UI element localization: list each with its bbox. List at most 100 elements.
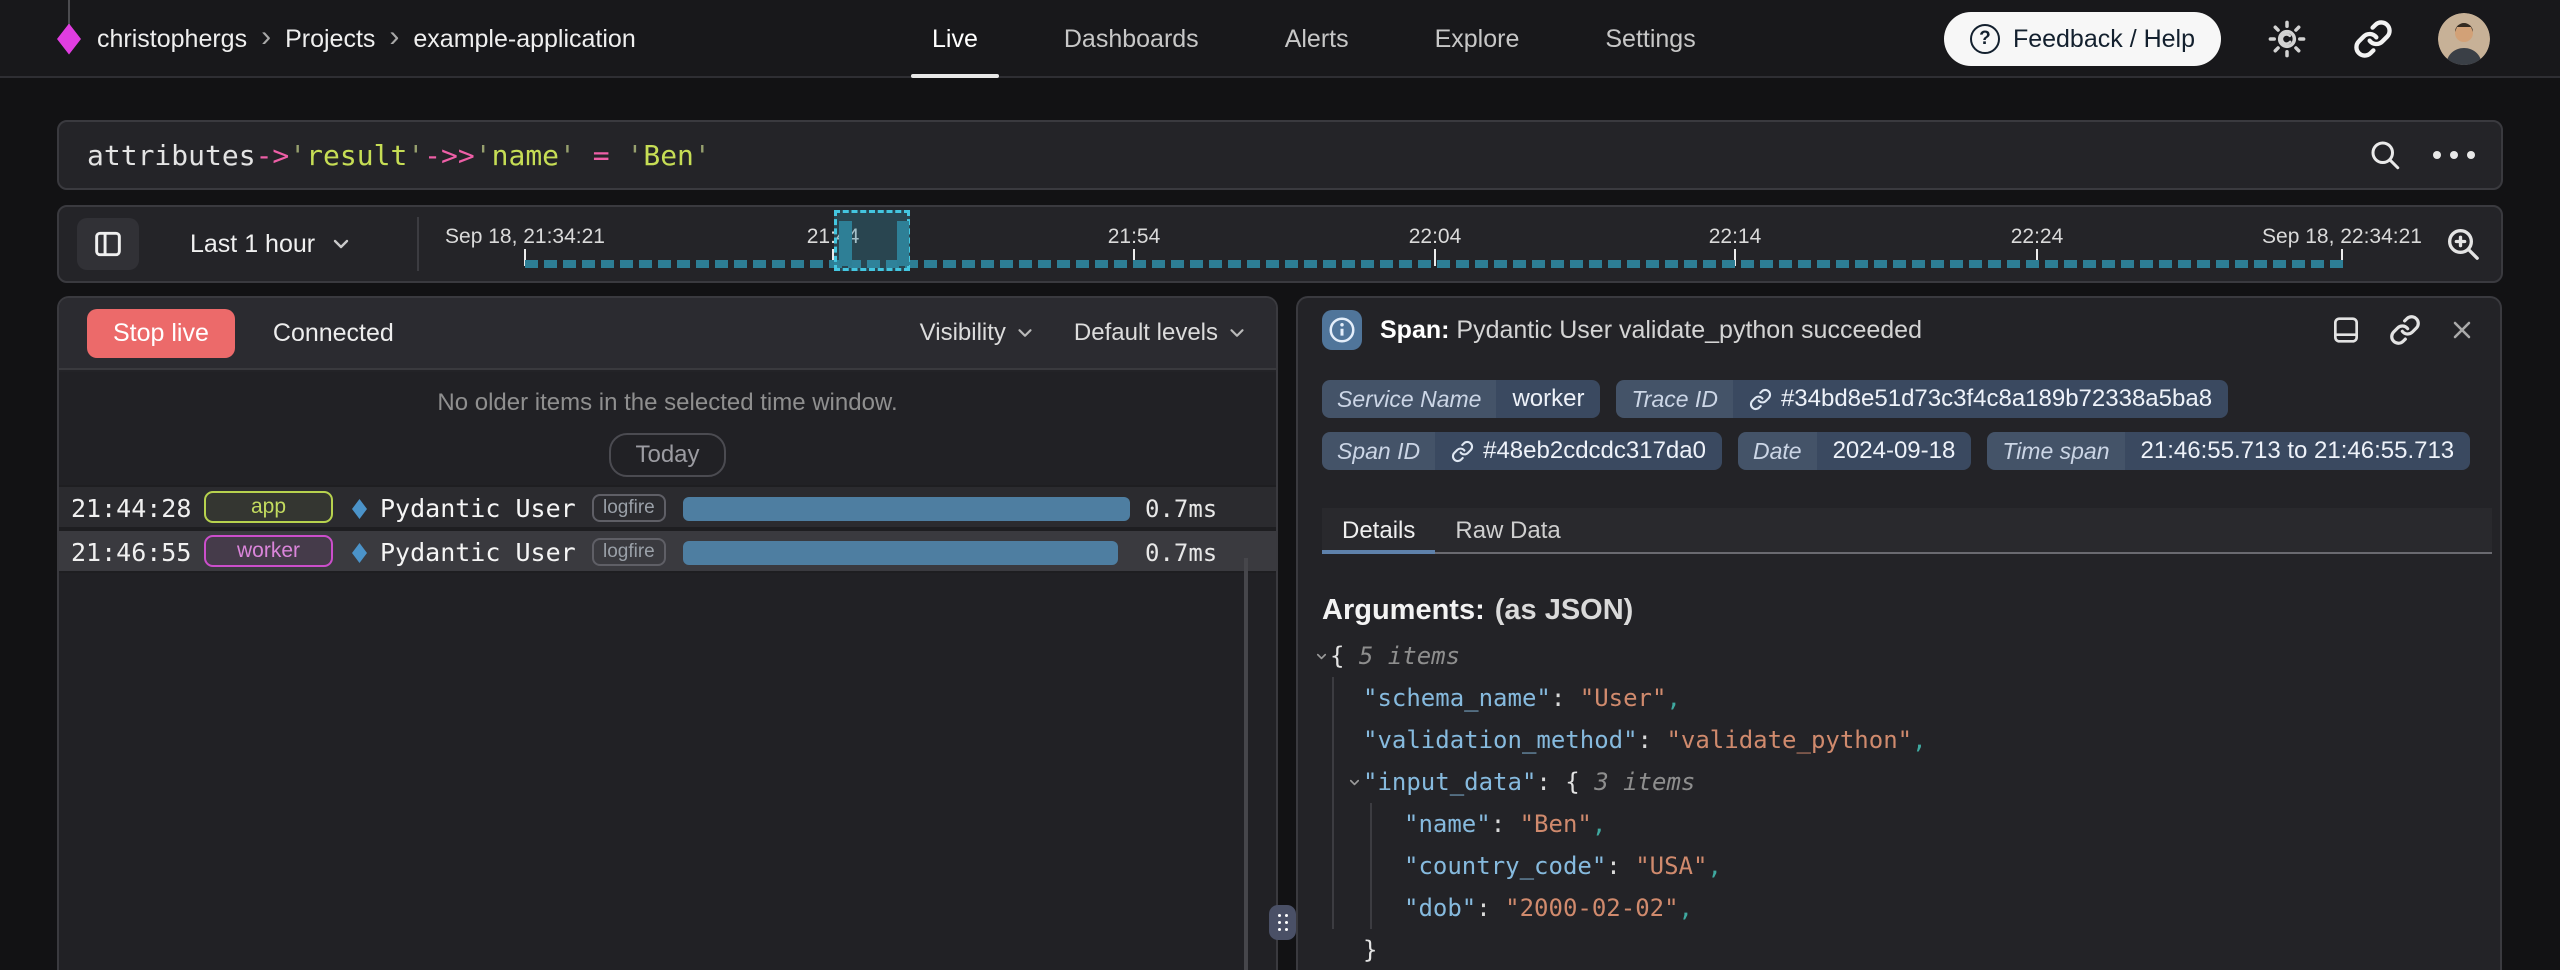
badge-span-id: Span ID#48eb2cdcdc317da0 — [1322, 432, 1722, 470]
default-levels-dropdown[interactable]: Default levels — [1074, 319, 1248, 347]
badge-time-span: Time span21:46:55.713 to 21:46:55.713 — [1987, 432, 2470, 470]
default-levels-label: Default levels — [1074, 319, 1218, 347]
avatar[interactable] — [2438, 13, 2490, 65]
json-token: { — [1330, 642, 1359, 670]
feedback-help-label: Feedback / Help — [2013, 25, 2195, 54]
badge-date: Date2024-09-18 — [1738, 432, 1971, 470]
badge-value: 21:46:55.713 to 21:46:55.713 — [2125, 432, 2471, 470]
json-line: "schema_name": "User", — [1322, 677, 2476, 719]
grip-dots-icon — [1278, 914, 1281, 917]
collapse-arrow-icon[interactable] — [1314, 649, 1329, 664]
json-token: "validate_python" — [1666, 726, 1912, 754]
dock-bottom-icon[interactable] — [2330, 314, 2362, 346]
tab-details[interactable]: Details — [1322, 508, 1435, 554]
badge-value-text: worker — [1512, 385, 1584, 413]
json-token: { — [1565, 768, 1594, 796]
search-icon[interactable] — [2367, 137, 2403, 173]
badge-label: Date — [1738, 432, 1817, 470]
span-row[interactable]: 21:44:28appPydantic Userlogfire0.7ms — [59, 485, 1276, 529]
service-badge: app — [204, 491, 333, 523]
query-input[interactable]: attributes->'result'->>'name' = 'Ben' — [59, 139, 2367, 172]
breadcrumb-item-example-application[interactable]: example-application — [413, 25, 635, 54]
tab-settings[interactable]: Settings — [1584, 0, 1716, 78]
badge-value: worker — [1496, 380, 1600, 418]
scope-badge: logfire — [592, 538, 666, 566]
zoom-in-icon[interactable] — [2443, 224, 2483, 264]
chevron-down-icon — [1226, 322, 1248, 344]
link-icon[interactable] — [1451, 440, 1474, 463]
row-duration: 0.7ms — [1145, 539, 1209, 567]
json-token: 3 items — [1594, 768, 1695, 796]
breadcrumb: christophergs›Projects›example-applicati… — [97, 22, 636, 56]
timeline-histogram[interactable]: Sep 18, 21:34:2121:4421:5422:0422:1422:2… — [59, 207, 2501, 281]
panel-resize-handle[interactable] — [1269, 905, 1296, 940]
tab-raw-data[interactable]: Raw Data — [1435, 508, 1580, 554]
json-token: , — [1707, 852, 1721, 880]
badge-row: Service Name worker Trace ID#34bd8e51d73c3… — [1322, 380, 2476, 418]
badge-trace-id: Trace ID#34bd8e51d73c3f4c8a189b72338a5ba… — [1616, 380, 2228, 418]
tab-dashboards[interactable]: Dashboards — [1043, 0, 1220, 78]
close-icon[interactable] — [2448, 316, 2476, 344]
breadcrumb-item-christophergs[interactable]: christophergs — [97, 25, 247, 54]
span-meta-badges: Service Name worker Trace ID#34bd8e51d73c3… — [1322, 380, 2476, 470]
copy-link-icon[interactable] — [2389, 314, 2421, 346]
collapse-arrow-icon[interactable] — [1347, 775, 1362, 790]
json-line: "input_data": { 3 items — [1322, 761, 2476, 803]
json-line: "dob": "2000-02-02", — [1322, 887, 2476, 929]
badge-row: Span ID#48eb2cdcdc317da0 Date2024-09-18 Ti… — [1322, 432, 2476, 470]
today-button[interactable]: Today — [609, 433, 725, 477]
json-token: "validation_method" — [1363, 726, 1638, 754]
badge-value: #48eb2cdcdc317da0 — [1435, 432, 1722, 470]
feedback-help-button[interactable]: ? Feedback / Help — [1944, 12, 2221, 66]
breadcrumb-separator: › — [389, 22, 399, 56]
scope-badge: logfire — [592, 494, 666, 522]
top-nav: christophergs›Projects›example-applicati… — [0, 0, 2560, 78]
span-title-text: Pydantic User validate_python succeeded — [1456, 316, 1922, 344]
json-token: "country_code" — [1404, 852, 1606, 880]
query-token: -> — [256, 139, 290, 172]
badge-value: 2024-09-18 — [1817, 432, 1972, 470]
json-token: , — [1679, 894, 1693, 922]
json-token: "schema_name" — [1363, 684, 1551, 712]
row-timestamp: 21:46:55 — [71, 538, 191, 567]
visibility-dropdown[interactable]: Visibility — [920, 319, 1036, 347]
timeline-selection-window[interactable] — [834, 210, 910, 271]
query-actions — [2367, 137, 2501, 173]
json-token: "name" — [1404, 810, 1491, 838]
nav-right: ? Feedback / Help — [1944, 0, 2490, 78]
query-token: ' — [475, 139, 492, 172]
duration-bar — [683, 541, 1118, 565]
json-token: "2000-02-02" — [1505, 894, 1678, 922]
json-token: "input_data" — [1363, 768, 1536, 796]
tab-explore[interactable]: Explore — [1414, 0, 1541, 78]
json-token: "dob" — [1404, 894, 1476, 922]
stop-live-button[interactable]: Stop live — [87, 309, 235, 358]
logfire-logo-icon[interactable] — [57, 24, 81, 55]
timeline-tick-label: Sep 18, 22:34:21 — [2262, 225, 2422, 249]
span-detail-header: Span: Pydantic User validate_python succ… — [1298, 298, 2500, 350]
link-icon[interactable] — [1749, 388, 1772, 411]
timeline-activity-bar — [839, 221, 852, 266]
arguments-heading: Arguments:(as JSON) — [1322, 594, 2476, 627]
more-icon[interactable] — [2433, 151, 2475, 159]
tab-alerts[interactable]: Alerts — [1264, 0, 1370, 78]
share-link-icon[interactable] — [2353, 19, 2393, 59]
theme-toggle-icon[interactable] — [2266, 18, 2308, 60]
live-panel: Stop live Connected Visibility Default l… — [57, 296, 1278, 970]
duration-bar — [683, 497, 1130, 521]
detail-actions — [2330, 314, 2476, 346]
query-token: = — [576, 139, 627, 172]
breadcrumb-item-Projects[interactable]: Projects — [285, 25, 375, 54]
badge-label: Service Name — [1322, 380, 1496, 418]
span-row[interactable]: 21:46:55workerPydantic Userlogfire0.7ms — [59, 529, 1276, 573]
scrollbar[interactable] — [1244, 558, 1248, 970]
brand: christophergs›Projects›example-applicati… — [57, 0, 636, 78]
json-token: } — [1363, 936, 1377, 964]
tab-live[interactable]: Live — [911, 0, 999, 78]
question-icon: ? — [1970, 24, 2000, 54]
detail-content: Arguments:(as JSON) { 5 items"schema_nam… — [1298, 594, 2500, 970]
query-bar: attributes->'result'->>'name' = 'Ben' — [57, 120, 2503, 190]
row-duration: 0.7ms — [1145, 495, 1209, 523]
span-title: Span: Pydantic User validate_python succ… — [1380, 316, 1922, 345]
logfire-app: christophergs›Projects›example-applicati… — [0, 0, 2560, 970]
